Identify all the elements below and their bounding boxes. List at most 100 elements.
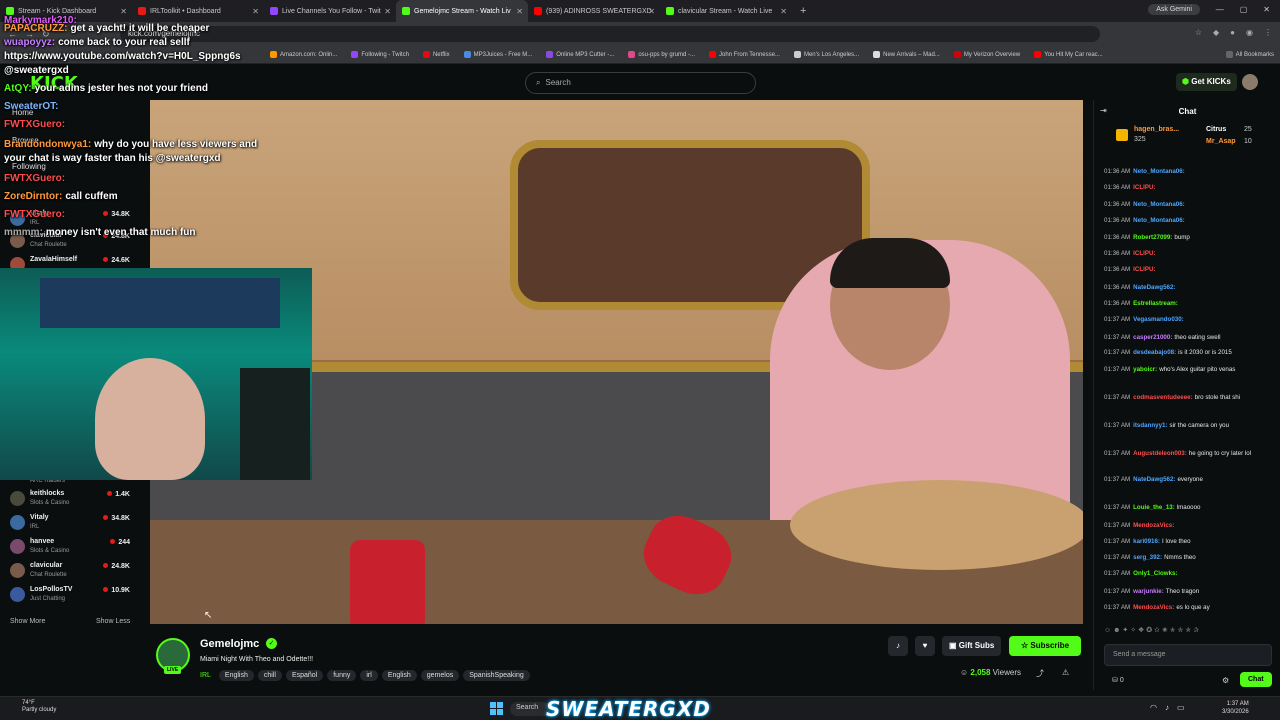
sidebar-channel[interactable]: LosPollosTV Just Chatting 10.9K (10, 584, 138, 606)
sidebar-channel[interactable]: keithlocks Slots & Casino 1.4K (10, 488, 138, 510)
sidebar-channel[interactable]: clavicular Chat Roulette 24.8K (10, 560, 138, 582)
profile-icon[interactable]: ◉ (1246, 28, 1253, 37)
browser-tab[interactable]: (939) ADINROSS SWEATERGXD ✕ (528, 0, 660, 22)
chat-username[interactable]: Augustdeleon003: (1133, 450, 1187, 457)
minimize-icon[interactable]: — (1216, 5, 1224, 14)
gift-subs-button[interactable]: ▣ Gift Subs (942, 636, 1002, 656)
browser-tab[interactable]: IRLToolkit • Dashboard ✕ (132, 0, 264, 22)
bookmark-item[interactable]: Men's Los Angeles... (793, 51, 859, 58)
report-icon[interactable]: ⚠ (1062, 668, 1069, 677)
chat-username[interactable]: Vegasmando030: (1133, 316, 1184, 323)
tag[interactable]: Español (285, 670, 324, 681)
chat-username[interactable]: MendozaVics: (1133, 604, 1174, 611)
send-message-input[interactable]: Send a message (1104, 644, 1272, 666)
weather-widget[interactable]: 74°F Partly cloudy (22, 700, 56, 714)
battery-icon[interactable]: ▭ (1177, 703, 1185, 712)
chat-username[interactable]: ICLIPU: (1133, 184, 1155, 191)
leaderboard-name[interactable]: Citrus (1206, 126, 1226, 133)
bookmark-item[interactable]: MP3Juices - Free M... (463, 51, 532, 58)
new-tab-icon[interactable]: + (792, 5, 814, 17)
browser-tab-active[interactable]: Gemelojmc Stream - Watch Liv ✕ (396, 0, 528, 22)
chat-username[interactable]: Neto_Montana06: (1133, 201, 1185, 208)
chat-username[interactable]: Neto_Montana06: (1133, 217, 1185, 224)
chat-username[interactable]: codmasventudeeee: (1133, 394, 1193, 401)
browser-tab[interactable]: clavicular Stream - Watch Live ✕ (660, 0, 792, 22)
chat-username[interactable]: NateDawg562: (1133, 476, 1175, 483)
chat-username[interactable]: MendozaVics: (1133, 522, 1174, 529)
bookmark-item[interactable]: Netflix (422, 51, 450, 58)
tag[interactable]: gemelos (420, 670, 460, 681)
menu-icon[interactable]: ⋮ (1264, 28, 1272, 37)
close-tab-icon[interactable]: ✕ (384, 7, 391, 16)
wifi-icon[interactable]: ◠ (1150, 703, 1157, 712)
bookmark-item[interactable]: Online MP3 Cutter -... (546, 51, 614, 58)
emote-bar[interactable]: ☺ ☻ ✦ ✧ ❖ ✪ ✫ ✬ ✭ ✮ ✯ ✰ (1104, 626, 1199, 634)
leaderboard-name[interactable]: hagen_bras... (1134, 126, 1179, 133)
tag[interactable]: funny (327, 670, 357, 681)
search-input[interactable]: ⌕ Search (525, 72, 756, 94)
chat-username[interactable]: Robert27099: (1133, 234, 1172, 241)
star-icon[interactable]: ☆ (1195, 28, 1202, 37)
url-field[interactable]: kick.com/gemelojmc (120, 26, 1100, 42)
chat-username[interactable]: Louie_the_13: (1133, 504, 1175, 511)
close-tab-icon[interactable]: ✕ (648, 7, 655, 16)
chat-username[interactable]: ICLIPU: (1133, 266, 1155, 273)
leaderboard-name[interactable]: Mr_Asap (1206, 138, 1236, 145)
taskbar-clock[interactable]: 1:37 AM 3/30/2026 (1222, 700, 1249, 716)
chat-text: Nmms theo (1164, 554, 1196, 561)
bookmark-item[interactable]: You Hit My Car reac... (1034, 51, 1103, 58)
share-icon[interactable]: ⤴ (1036, 668, 1044, 679)
chat-username[interactable]: yaboicr: (1133, 366, 1157, 373)
chat-username[interactable]: kari0916: (1133, 538, 1160, 545)
get-kicks-button[interactable]: ⬢ Get KICKs (1176, 73, 1237, 91)
ask-gemini-button[interactable]: Ask Gemini (1148, 4, 1200, 15)
collapse-chat-icon[interactable]: ⇥ (1100, 106, 1107, 115)
bookmark-item[interactable]: Amazon.com: Onlin... (270, 51, 337, 58)
chat-username[interactable]: desdeabajo08: (1133, 349, 1176, 356)
chat-username[interactable]: casper21000: (1133, 334, 1172, 341)
chat-username[interactable]: Neto_Montana06: (1133, 168, 1185, 175)
extension-icon[interactable]: ◆ (1213, 28, 1219, 37)
maximize-icon[interactable]: ▢ (1240, 5, 1248, 14)
all-bookmarks-button[interactable]: All Bookmarks (1225, 51, 1274, 58)
chat-settings-icon[interactable]: ⚙ (1222, 676, 1229, 685)
windows-start-icon[interactable] (490, 702, 503, 715)
subscribe-button[interactable]: ☆ Subscribe (1009, 636, 1082, 656)
chat-username[interactable]: NateDawg562: (1133, 284, 1175, 291)
bookmark-item[interactable]: New Arrivals – Mad... (873, 51, 940, 58)
user-avatar[interactable] (1242, 74, 1258, 90)
tag[interactable]: SpanishSpeaking (463, 670, 530, 681)
volume-icon[interactable]: ♪ (1165, 703, 1169, 712)
close-tab-icon[interactable]: ✕ (516, 7, 523, 16)
show-more-button[interactable]: Show More (10, 618, 45, 625)
sidebar-channel[interactable]: Vitaly IRL 34.8K (10, 512, 138, 534)
taskbar-search[interactable]: Search (510, 702, 550, 716)
close-tab-icon[interactable]: ✕ (120, 7, 127, 16)
chat-send-button[interactable]: Chat (1240, 672, 1272, 687)
chat-username[interactable]: itsdannyy1: (1133, 422, 1167, 429)
bookmark-item[interactable]: My Verizon Overview (953, 51, 1020, 58)
browser-tab[interactable]: Live Channels You Follow - Twit ✕ (264, 0, 396, 22)
chat-username[interactable]: ICLIPU: (1133, 250, 1155, 257)
tag[interactable]: chill (257, 670, 282, 681)
tag[interactable]: English (218, 670, 254, 681)
extension-icon[interactable]: ● (1230, 28, 1235, 37)
show-less-button[interactable]: Show Less (96, 618, 130, 625)
channel-name[interactable]: Gemelojmc (200, 638, 259, 650)
category-link[interactable]: IRL (196, 670, 215, 681)
chat-username[interactable]: Only1_Clowks: (1133, 570, 1177, 577)
chat-username[interactable]: serg_392: (1133, 554, 1162, 561)
follow-heart-icon[interactable]: ♥ (915, 636, 935, 656)
tag[interactable]: English (381, 670, 417, 681)
bookmark-item[interactable]: osu-pps by grumd -... (628, 51, 695, 58)
tag[interactable]: irl (360, 670, 378, 681)
close-window-icon[interactable]: ✕ (1263, 5, 1270, 14)
close-tab-icon[interactable]: ✕ (780, 7, 787, 16)
bookmark-item[interactable]: John From Tennesse... (709, 51, 780, 58)
chat-username[interactable]: Estrellastream: (1133, 300, 1178, 307)
chat-username[interactable]: warjunkie: (1133, 588, 1164, 595)
sidebar-channel[interactable]: hanvee Slots & Casino 244 (10, 536, 138, 558)
close-tab-icon[interactable]: ✕ (252, 7, 259, 16)
bookmark-item[interactable]: Following - Twitch (351, 51, 409, 58)
notification-bell-icon[interactable]: ♪ (888, 636, 908, 656)
